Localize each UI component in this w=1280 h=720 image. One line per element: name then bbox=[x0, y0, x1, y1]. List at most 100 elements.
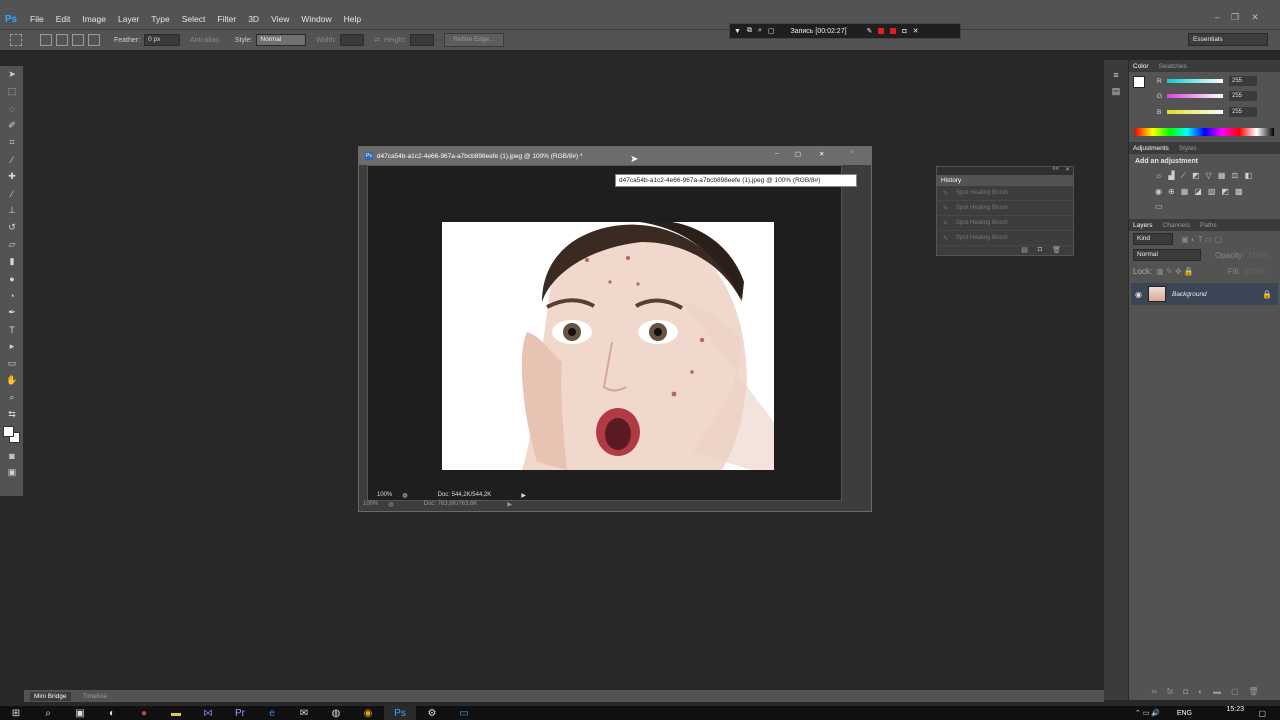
layer-background[interactable]: ◉ Background 🔒 bbox=[1131, 283, 1278, 305]
windows-start-icon[interactable]: ⊞ bbox=[0, 706, 32, 720]
blur-tool-icon[interactable]: ● bbox=[0, 270, 24, 287]
restore-icon[interactable]: ❐ bbox=[1226, 9, 1244, 25]
new-document-icon[interactable]: ▤ bbox=[1021, 246, 1028, 254]
intersect-selection-icon[interactable] bbox=[88, 34, 100, 46]
history-item[interactable]: ✎ Spot Healing Brush bbox=[937, 201, 1073, 216]
tab-timeline[interactable]: Timeline bbox=[83, 693, 107, 700]
document-image[interactable] bbox=[442, 222, 774, 470]
black-white-icon[interactable]: ◧ bbox=[1245, 171, 1253, 181]
lock-icons[interactable]: ▦ ✎ ✥ 🔒 bbox=[1156, 267, 1194, 276]
brush-tool-icon[interactable]: ∕ bbox=[0, 185, 24, 202]
menu-type[interactable]: Type bbox=[151, 14, 169, 24]
green-value[interactable]: 255 bbox=[1229, 91, 1257, 101]
doc-close-icon[interactable]: ✕ bbox=[819, 150, 824, 158]
tab-channels[interactable]: Channels bbox=[1163, 222, 1190, 229]
delete-layer-icon[interactable]: 🗑 bbox=[1249, 687, 1259, 696]
visual-studio-icon[interactable]: ⋈ bbox=[192, 706, 224, 720]
menu-image[interactable]: Image bbox=[82, 14, 106, 24]
threshold-icon[interactable]: ◩ bbox=[1221, 187, 1229, 196]
default-colors-icon[interactable]: ⇆ bbox=[0, 406, 24, 423]
chrome-icon[interactable]: ◉ bbox=[352, 706, 384, 720]
curves-icon[interactable]: ⟋ bbox=[1181, 171, 1187, 181]
region-icon[interactable]: ▢ bbox=[768, 27, 775, 35]
red-value[interactable]: 255 bbox=[1229, 76, 1257, 86]
mail-icon[interactable]: ✉ bbox=[288, 706, 320, 720]
tab-paths[interactable]: Paths bbox=[1200, 222, 1217, 229]
pen-tool-icon[interactable]: ✒ bbox=[0, 304, 24, 321]
back-zoom-level[interactable]: 100% bbox=[363, 501, 378, 507]
tab-adjustments[interactable]: Adjustments bbox=[1133, 145, 1169, 152]
tab-layers[interactable]: Layers bbox=[1133, 222, 1153, 229]
hand-tool-icon[interactable]: ✋ bbox=[0, 372, 24, 389]
history-tab[interactable]: History bbox=[937, 175, 1073, 186]
hue-saturation-icon[interactable]: ▦ bbox=[1218, 171, 1226, 181]
color-balance-icon[interactable]: ⚖ bbox=[1231, 171, 1238, 181]
path-select-tool-icon[interactable]: ▸ bbox=[0, 338, 24, 355]
zoom-icon[interactable]: ⌕ bbox=[758, 27, 762, 35]
zoom-tool-icon[interactable]: ⌕ bbox=[0, 389, 24, 406]
link-layers-icon[interactable]: ∞ bbox=[1151, 687, 1157, 696]
document-canvas-area[interactable] bbox=[367, 165, 842, 501]
panel-collapse-icon[interactable]: ≡ bbox=[1104, 66, 1128, 83]
new-layer-icon[interactable]: ▢ bbox=[1231, 687, 1239, 696]
history-item[interactable]: ✎ Spot Healing Brush bbox=[937, 186, 1073, 201]
visibility-eye-icon[interactable]: ◉ bbox=[1135, 290, 1142, 299]
menu-file[interactable]: File bbox=[30, 14, 44, 24]
media-player-icon[interactable]: ◐ bbox=[96, 706, 128, 720]
invert-icon[interactable]: ◪ bbox=[1194, 187, 1202, 196]
back-doc-close-icon[interactable]: ✕ bbox=[849, 148, 854, 156]
workspace-select[interactable]: Essentials bbox=[1188, 33, 1268, 46]
vibrance-icon[interactable]: ▽ bbox=[1206, 171, 1212, 181]
subtract-selection-icon[interactable] bbox=[72, 34, 84, 46]
dodge-tool-icon[interactable]: ◔ bbox=[0, 287, 24, 304]
search-icon[interactable]: ⌕ bbox=[32, 706, 64, 720]
height-input[interactable] bbox=[410, 34, 435, 46]
marquee-tool-preset-icon[interactable] bbox=[10, 34, 22, 46]
menu-filter[interactable]: Filter bbox=[217, 14, 236, 24]
dropdown-icon[interactable]: ▼ bbox=[734, 28, 741, 35]
width-input[interactable] bbox=[340, 34, 365, 46]
browser-icon[interactable]: ◍ bbox=[320, 706, 352, 720]
recorder-app-icon[interactable]: ● bbox=[128, 706, 160, 720]
notifications-icon[interactable]: ▢ bbox=[1258, 709, 1266, 718]
status-menu-arrow-icon[interactable]: ▶ bbox=[521, 492, 526, 499]
doc-minimize-icon[interactable]: – bbox=[775, 150, 779, 157]
menu-window[interactable]: Window bbox=[301, 14, 331, 24]
zoom-level[interactable]: 100% bbox=[377, 492, 392, 498]
gradient-tool-icon[interactable]: ▮ bbox=[0, 253, 24, 270]
new-adjustment-icon[interactable]: ◐ bbox=[1198, 687, 1203, 696]
refine-edge-button[interactable]: Refine Edge... bbox=[444, 33, 504, 47]
foreground-color-swatch[interactable] bbox=[1133, 76, 1145, 88]
type-tool-icon[interactable]: T bbox=[0, 321, 24, 338]
new-group-icon[interactable]: ▬ bbox=[1213, 687, 1221, 696]
history-panel-icon[interactable]: ▤ bbox=[1104, 83, 1128, 100]
camera-icon[interactable]: ◘ bbox=[902, 28, 906, 35]
color-lookup-icon[interactable]: ▦ bbox=[1181, 187, 1189, 196]
history-item[interactable]: ✎ Spot Healing Brush bbox=[937, 216, 1073, 231]
layer-style-icon[interactable]: fx bbox=[1167, 687, 1173, 696]
anti-alias-checkbox[interactable]: Anti-alias bbox=[190, 37, 219, 44]
add-mask-icon[interactable]: ◘ bbox=[1183, 687, 1188, 696]
tab-color[interactable]: Color bbox=[1133, 63, 1149, 70]
menu-view[interactable]: View bbox=[271, 14, 289, 24]
edge-icon[interactable]: e bbox=[256, 706, 288, 720]
selective-color-icon[interactable]: ▩ bbox=[1235, 187, 1243, 196]
quick-mask-icon[interactable]: ◙ bbox=[0, 447, 24, 464]
tray-icons[interactable]: ⌃ ▭ 🔊 bbox=[1135, 709, 1160, 717]
exposure-icon[interactable]: ◩ bbox=[1192, 171, 1200, 181]
swap-icon[interactable]: ⇄ bbox=[374, 36, 380, 44]
language-indicator[interactable]: ENG bbox=[1177, 710, 1192, 717]
menu-help[interactable]: Help bbox=[344, 14, 361, 24]
window-icon[interactable]: ⧉ bbox=[747, 27, 752, 35]
menu-layer[interactable]: Layer bbox=[118, 14, 139, 24]
feather-input[interactable]: 0 px bbox=[144, 34, 181, 46]
screen-mode-icon[interactable]: ▣ bbox=[0, 464, 24, 481]
color-channel-b[interactable]: B 255 bbox=[1129, 104, 1280, 120]
blue-value[interactable]: 255 bbox=[1229, 107, 1257, 117]
blend-mode-select[interactable]: Normal bbox=[1133, 249, 1201, 261]
photo-filter-icon[interactable]: ◉ bbox=[1155, 187, 1162, 196]
red-slider[interactable] bbox=[1167, 79, 1223, 83]
photoshop-task-icon[interactable]: Ps bbox=[384, 706, 416, 720]
quick-select-tool-icon[interactable]: ✐ bbox=[0, 117, 24, 134]
task-view-icon[interactable]: ▣ bbox=[64, 706, 96, 720]
